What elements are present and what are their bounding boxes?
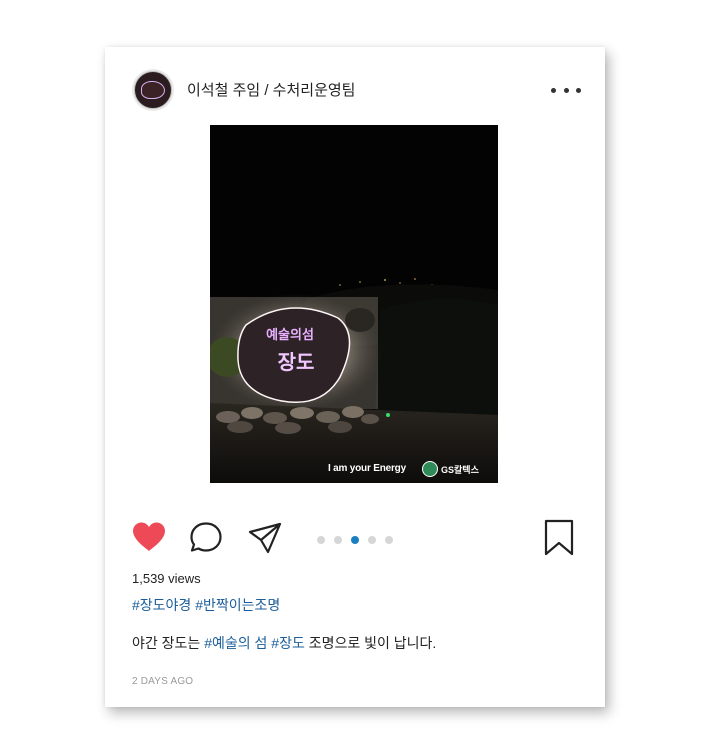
- gs-logo-icon: [422, 461, 438, 477]
- post-photo[interactable]: 예술의섬 장도 I am your Energy GS칼텍스: [210, 125, 498, 483]
- avatar[interactable]: [132, 69, 174, 111]
- bookmark-icon[interactable]: [543, 519, 575, 557]
- post-header: 이석철 주임 / 수처리운영팀: [105, 47, 605, 132]
- sign-logo-icon: [134, 71, 172, 109]
- carousel-dot: [334, 536, 342, 544]
- more-options-icon[interactable]: [551, 80, 581, 100]
- more-dot: [563, 87, 569, 93]
- carousel-dot: [317, 536, 325, 544]
- photo-brand-label: GS칼텍스: [441, 464, 479, 475]
- hashtags[interactable]: #장도야경 #반짝이는조명: [132, 595, 280, 615]
- night-sign-photo: 예술의섬 장도: [210, 125, 498, 483]
- views-count: 1,539 views: [132, 571, 201, 586]
- comment-icon[interactable]: [189, 521, 223, 553]
- post-timestamp: 2 DAYS AGO: [132, 676, 194, 687]
- more-dot: [551, 87, 556, 93]
- svg-text:장도: 장도: [278, 350, 315, 374]
- photo-brand: GS칼텍스: [422, 461, 479, 477]
- caption-text: 조명으로 빛이 납니다.: [304, 635, 437, 651]
- caption: 야간 장도는 #예술의 섬 #장도 조명으로 빛이 납니다.: [132, 633, 436, 653]
- carousel-indicator: [317, 536, 393, 544]
- carousel-dot: [368, 536, 376, 544]
- caption-hashtag[interactable]: #장도: [271, 635, 305, 651]
- photo-watermark: I am your Energy: [328, 463, 406, 474]
- share-icon[interactable]: [247, 521, 283, 555]
- caption-hashtag[interactable]: #예술의 섬: [204, 635, 267, 651]
- caption-text: 야간 장도는: [132, 635, 205, 651]
- heart-icon[interactable]: [131, 521, 167, 553]
- carousel-dot: [385, 536, 393, 544]
- more-dot: [576, 87, 581, 93]
- username[interactable]: 이석철 주임 / 수처리운영팀: [187, 79, 355, 100]
- post-card: 이석철 주임 / 수처리운영팀 예술의섬 장도 I am your Energy…: [105, 47, 605, 707]
- carousel-dot-active: [351, 536, 359, 544]
- action-bar: [105, 517, 605, 563]
- avatar-mark: [141, 81, 165, 99]
- svg-text:예술의섬: 예술의섬: [266, 327, 314, 343]
